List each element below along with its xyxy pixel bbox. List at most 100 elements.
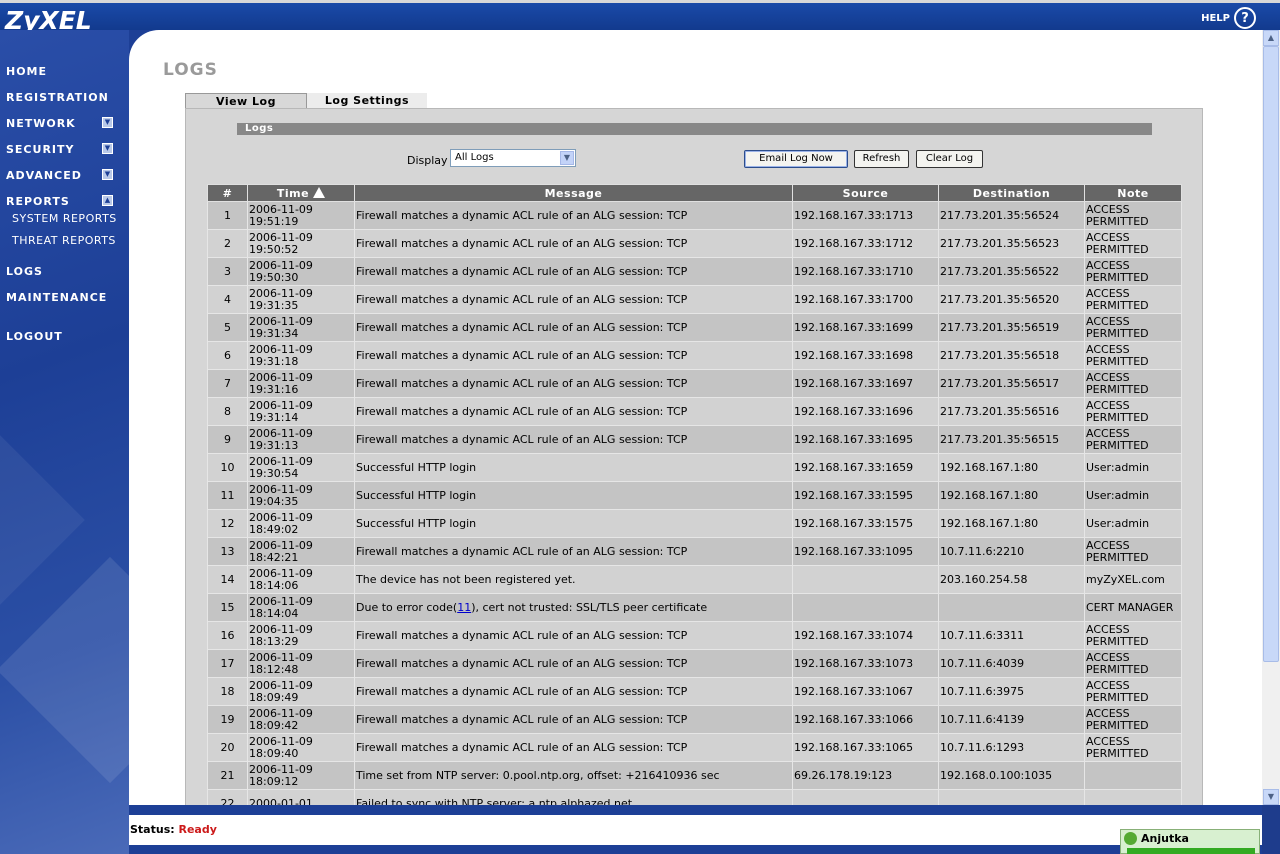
clear-log-button[interactable]: Clear Log	[916, 150, 983, 168]
sidebar-item-advanced[interactable]: ADVANCED	[6, 169, 82, 182]
row-message: Firewall matches a dynamic ACL rule of a…	[354, 229, 793, 258]
row-destination-value: 192.168.167.1:80	[940, 488, 1039, 502]
row-time: 2006-11-09 19:31:34	[247, 313, 355, 342]
row-number: 15	[207, 593, 248, 622]
row-time: 2006-11-09 18:42:21	[247, 537, 355, 566]
sidebar-item-system-reports[interactable]: SYSTEM REPORTS	[12, 212, 117, 225]
row-number: 11	[207, 481, 248, 510]
row-source: 192.168.167.33:1066	[792, 705, 939, 734]
sidebar-item-maintenance[interactable]: MAINTENANCE	[6, 291, 107, 304]
status-label: Status:	[130, 823, 175, 836]
row-note: User:admin	[1084, 509, 1182, 538]
row-source: 192.168.167.33:1698	[792, 341, 939, 370]
row-source-value: 192.168.167.33:1696	[794, 404, 914, 418]
tab-view-log[interactable]: View Log	[185, 93, 307, 109]
status-text: Status: Ready	[130, 823, 217, 836]
row-note-value: myZyXEL.com	[1086, 572, 1165, 586]
display-select[interactable]: All Logs ▼	[450, 149, 576, 167]
row-message: Firewall matches a dynamic ACL rule of a…	[354, 285, 793, 314]
row-number-value: 2	[224, 236, 231, 250]
table-row: 15 2006-11-09 18:14:04 Due to error code(11…	[207, 593, 1182, 622]
sidebar-item-reports[interactable]: REPORTS	[6, 195, 70, 208]
table-row: 16 2006-11-09 18:13:29 Firewall matches a d…	[207, 621, 1182, 650]
scroll-down-icon[interactable]: ▼	[1263, 789, 1279, 805]
row-note: ACCESS PERMITTED	[1084, 537, 1182, 566]
expand-icon[interactable]: ▼	[102, 143, 113, 154]
row-time: 2006-11-09 19:30:54	[247, 453, 355, 482]
row-number-value: 17	[220, 656, 235, 670]
row-destination: 217.73.201.35:56518	[938, 341, 1085, 370]
sidebar-item-home[interactable]: HOME	[6, 65, 47, 78]
leaf-icon	[1124, 832, 1137, 845]
row-source-value: 192.168.167.33:1095	[794, 544, 914, 558]
table-row: 5 2006-11-09 19:31:34 Firewall matches a dy…	[207, 313, 1182, 342]
row-destination-value: 192.168.0.100:1035	[940, 768, 1053, 782]
refresh-button[interactable]: Refresh	[854, 150, 909, 168]
row-destination: 217.73.201.35:56522	[938, 257, 1085, 286]
row-message: Successful HTTP login	[354, 481, 793, 510]
row-note-value: ACCESS PERMITTED	[1086, 314, 1149, 340]
row-number: 19	[207, 705, 248, 734]
row-time: 2006-11-09 19:31:13	[247, 425, 355, 454]
collapse-icon[interactable]: ▲	[102, 195, 113, 206]
sidebar-item-logs[interactable]: LOGS	[6, 265, 43, 278]
row-time: 2006-11-09 19:50:52	[247, 229, 355, 258]
row-source-value: 192.168.167.33:1697	[794, 376, 914, 390]
row-source-value: 192.168.167.33:1713	[794, 208, 914, 222]
row-number: 1	[207, 201, 248, 230]
row-destination: 192.168.167.1:80	[938, 481, 1085, 510]
row-time: 2006-11-09 18:09:40	[247, 733, 355, 762]
row-message: Firewall matches a dynamic ACL rule of a…	[354, 341, 793, 370]
sidebar-item-threat-reports[interactable]: THREAT REPORTS	[12, 234, 116, 247]
scroll-up-icon[interactable]: ▲	[1263, 30, 1279, 46]
error-code-link[interactable]: 11	[457, 601, 471, 614]
email-log-now-button[interactable]: Email Log Now	[744, 150, 848, 168]
sidebar-item-security[interactable]: SECURITY	[6, 143, 74, 156]
row-source: 192.168.167.33:1699	[792, 313, 939, 342]
help-icon[interactable]: ?	[1234, 7, 1256, 29]
row-clock: 19:31:35	[249, 298, 299, 312]
row-destination-value: 10.7.11.6:1293	[940, 740, 1025, 754]
row-note-value: ACCESS PERMITTED	[1086, 538, 1149, 564]
row-number-value: 8	[224, 404, 231, 418]
row-note-value: ACCESS PERMITTED	[1086, 734, 1149, 760]
help-button[interactable]: HELP ?	[1201, 7, 1256, 29]
table-row: 14 2006-11-09 18:14:06 The device has not b…	[207, 565, 1182, 594]
table-row: 13 2006-11-09 18:42:21 Firewall matches a d…	[207, 537, 1182, 566]
row-number: 7	[207, 369, 248, 398]
row-note-value: User:admin	[1086, 460, 1150, 474]
table-row: 11 2006-11-09 19:04:35 Successful HTTP logi…	[207, 481, 1182, 510]
row-source-value: 192.168.167.33:1699	[794, 320, 914, 334]
tab-log-settings[interactable]: Log Settings	[307, 93, 427, 108]
row-destination-value: 192.168.167.1:80	[940, 516, 1039, 530]
row-message-text: The device has not been registered yet.	[356, 572, 576, 586]
row-destination: 10.7.11.6:3311	[938, 621, 1085, 650]
expand-icon[interactable]: ▼	[102, 169, 113, 180]
row-message-text: Firewall matches a dynamic ACL rule of a…	[356, 236, 688, 250]
row-number-value: 14	[220, 572, 235, 586]
row-note: ACCESS PERMITTED	[1084, 229, 1182, 258]
expand-icon[interactable]: ▼	[102, 117, 113, 128]
sidebar-item-registration[interactable]: REGISTRATION	[6, 91, 109, 104]
sidebar-item-logout[interactable]: LOGOUT	[6, 330, 63, 343]
display-select-value: All Logs	[455, 152, 494, 163]
vertical-scrollbar[interactable]: ▲ ▼	[1262, 30, 1280, 805]
row-clock: 18:09:42	[249, 718, 299, 732]
sidebar-item-network[interactable]: NETWORK	[6, 117, 76, 130]
row-source: 192.168.167.33:1073	[792, 649, 939, 678]
row-source: 192.168.167.33:1065	[792, 733, 939, 762]
row-message-text: Firewall matches a dynamic ACL rule of a…	[356, 712, 688, 726]
row-destination-value: 217.73.201.35:56516	[940, 404, 1060, 418]
row-source-value: 192.168.167.33:1659	[794, 460, 914, 474]
row-source-value: 192.168.167.33:1073	[794, 656, 914, 670]
row-message-text: Firewall matches a dynamic ACL rule of a…	[356, 628, 688, 642]
table-row: 1 2006-11-09 19:51:19 Firewall matches a dy…	[207, 201, 1182, 230]
row-clock: 19:50:52	[249, 242, 299, 256]
tray-popup[interactable]: Anjutka	[1120, 829, 1260, 854]
column-header-time[interactable]: Time	[247, 184, 355, 202]
scrollbar-thumb[interactable]	[1263, 46, 1279, 662]
row-source: 192.168.167.33:1712	[792, 229, 939, 258]
chevron-down-icon[interactable]: ▼	[560, 151, 574, 165]
row-number-value: 10	[220, 460, 235, 474]
row-message-text: Successful HTTP login	[356, 460, 477, 474]
